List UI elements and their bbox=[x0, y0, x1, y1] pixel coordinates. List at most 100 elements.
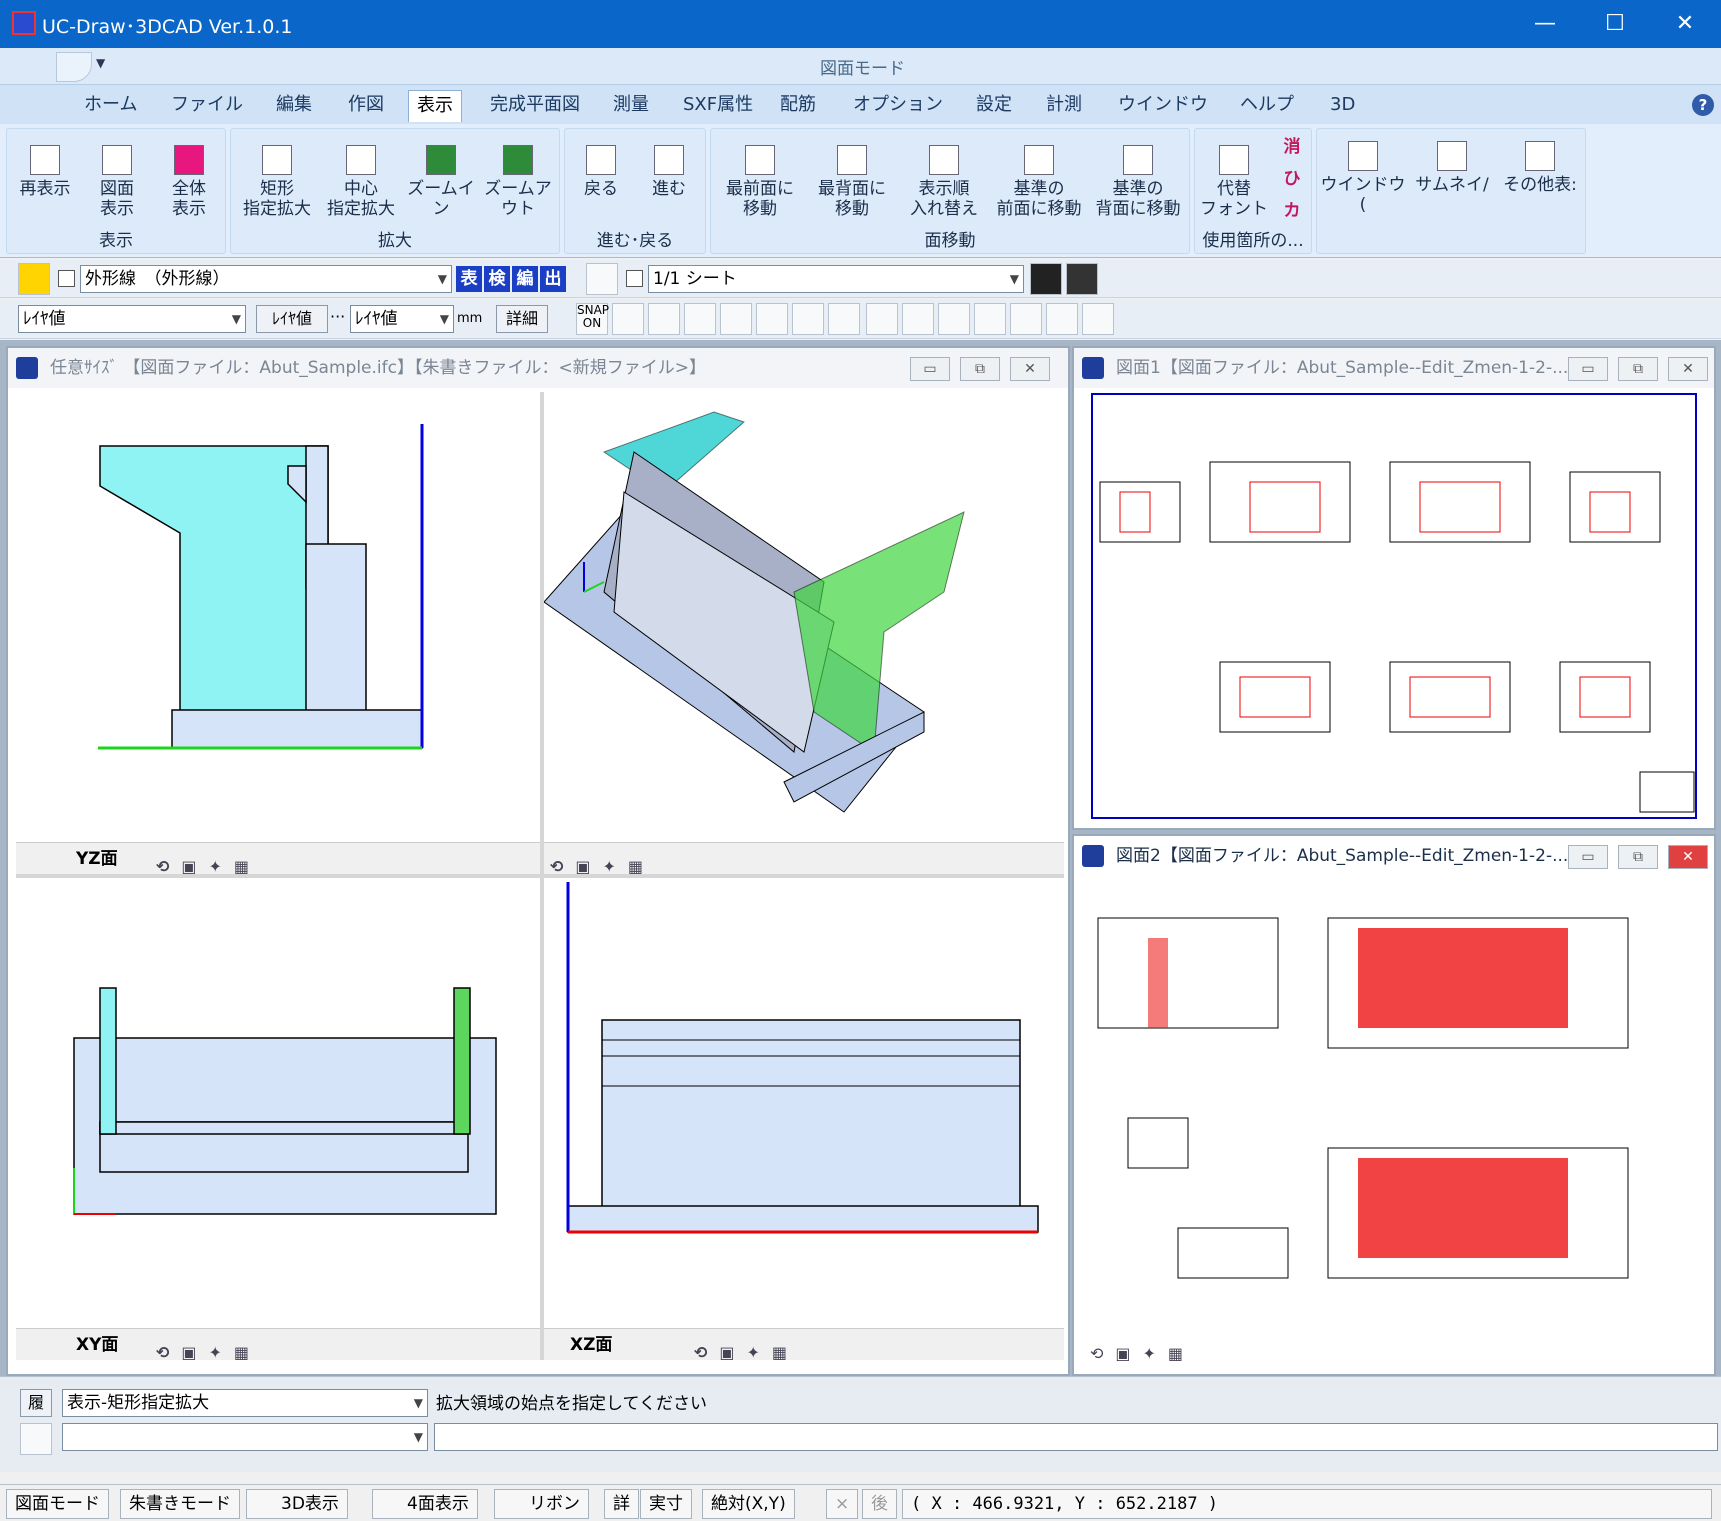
back-of-ref-button[interactable]: 基準の 背面に移動 bbox=[1089, 145, 1187, 219]
history-select[interactable]: 表示-矩形指定拡大 ▼ bbox=[62, 1389, 428, 1417]
tab-3d[interactable]: 3D bbox=[1322, 90, 1363, 122]
view-tools-xy-icon[interactable]: ⟲▣✦▦ bbox=[156, 1337, 261, 1369]
d2-close-button[interactable]: ✕ bbox=[1668, 845, 1708, 869]
snap-intersection-icon[interactable] bbox=[684, 303, 716, 335]
zoom-picker-icon[interactable] bbox=[20, 1423, 52, 1455]
d2-restore-button[interactable]: ⧉ bbox=[1618, 845, 1658, 869]
measure-icon[interactable] bbox=[866, 303, 898, 335]
qat-dropdown-icon[interactable]: ▼ bbox=[96, 56, 105, 70]
other-display-button[interactable]: その他表: bbox=[1497, 141, 1583, 195]
viewport-divider-h[interactable] bbox=[16, 874, 1064, 878]
viewport-xz[interactable] bbox=[544, 878, 1064, 1328]
layer-table-button[interactable]: 表 bbox=[456, 266, 482, 292]
d2-minimize-button[interactable]: ▭ bbox=[1568, 845, 1608, 869]
layer-output-button[interactable]: 出 bbox=[540, 266, 566, 292]
drawing1-sheet[interactable] bbox=[1090, 392, 1700, 822]
tab-survey[interactable]: 測量 bbox=[605, 90, 657, 122]
sheet-camera-icon[interactable] bbox=[1066, 263, 1098, 295]
tab-edit[interactable]: 編集 bbox=[268, 90, 320, 122]
tab-home[interactable]: ホーム bbox=[76, 90, 145, 122]
center-zoom-button[interactable]: 中心 指定拡大 bbox=[321, 145, 401, 219]
pointer-icon[interactable] bbox=[792, 303, 824, 335]
font-side-2[interactable]: ひ bbox=[1279, 169, 1305, 189]
redline-mode-button[interactable]: 朱書きモード bbox=[120, 1489, 240, 1519]
tab-file[interactable]: ファイル bbox=[163, 90, 251, 122]
font-side-1[interactable]: 消 bbox=[1279, 137, 1305, 157]
layer-edit-button[interactable]: 編 bbox=[512, 266, 538, 292]
snap-midpoint-icon[interactable] bbox=[648, 303, 680, 335]
sheet-checkbox[interactable] bbox=[626, 270, 643, 287]
bring-front-button[interactable]: 最前面に 移動 bbox=[715, 145, 805, 219]
3d-view-button[interactable]: 3D表示 bbox=[246, 1489, 348, 1519]
hatch-icon[interactable] bbox=[902, 303, 934, 335]
actual-size-button[interactable]: 実寸 bbox=[640, 1489, 692, 1519]
snap-toggle[interactable]: SNAP ON bbox=[576, 303, 609, 335]
drawing2-sheet[interactable] bbox=[1088, 878, 1708, 1328]
zoom-in-button[interactable]: ズームイ ン bbox=[405, 145, 477, 219]
tab-plan[interactable]: 完成平面図 bbox=[482, 90, 588, 122]
command-input[interactable] bbox=[434, 1423, 1718, 1451]
swap-order-button[interactable]: 表示順 入れ替え bbox=[899, 145, 989, 219]
main-restore-button[interactable]: ⧉ bbox=[960, 357, 1000, 381]
back-status-button[interactable]: 後 bbox=[862, 1489, 897, 1519]
sheet-select[interactable]: 1/1 シート ▼ bbox=[648, 265, 1024, 293]
layer-search-button[interactable]: 検 bbox=[484, 266, 510, 292]
d1-close-button[interactable]: ✕ bbox=[1668, 357, 1708, 381]
tab-measure[interactable]: 計測 bbox=[1038, 90, 1090, 122]
tab-rebar[interactable]: 配筋 bbox=[772, 90, 824, 122]
layer-color-icon[interactable] bbox=[938, 303, 970, 335]
d1-restore-button[interactable]: ⧉ bbox=[1618, 357, 1658, 381]
tab-sxf[interactable]: SXF属性 bbox=[675, 90, 761, 122]
close-button[interactable]: ✕ bbox=[1650, 0, 1720, 48]
command-input-select[interactable]: ▼ bbox=[62, 1423, 428, 1451]
tab-view[interactable]: 表示 bbox=[408, 90, 462, 122]
d1-minimize-button[interactable]: ▭ bbox=[1568, 357, 1608, 381]
layer-stack-icon[interactable] bbox=[828, 303, 860, 335]
drawing-mode-button[interactable]: 図面モード bbox=[6, 1489, 109, 1519]
pan-icon[interactable] bbox=[1010, 303, 1042, 335]
back-button[interactable]: 戻る bbox=[571, 145, 631, 199]
color-more-button[interactable]: ··· bbox=[330, 307, 345, 326]
tab-window[interactable]: ウインドウ bbox=[1110, 90, 1216, 122]
app-menu-button[interactable] bbox=[56, 52, 92, 82]
main-close-button[interactable]: ✕ bbox=[1010, 357, 1050, 381]
main-minimize-button[interactable]: ▭ bbox=[910, 357, 950, 381]
layer-select[interactable]: 外形線 （外形線） ▼ bbox=[80, 265, 452, 293]
layer-checkbox[interactable] bbox=[58, 270, 75, 287]
line-width-select[interactable]: ﾚｲﾔ値 ▼ bbox=[350, 305, 454, 333]
thumbnail-button[interactable]: サムネイ/ bbox=[1409, 141, 1495, 195]
d2-view-tools-icon[interactable]: ⟲▣✦▦ bbox=[1090, 1344, 1195, 1363]
send-back-button[interactable]: 最背面に 移動 bbox=[807, 145, 897, 219]
alt-font-button[interactable]: 代替 フォント bbox=[1199, 145, 1269, 219]
drawing-display-button[interactable]: 図面 表示 bbox=[87, 145, 147, 219]
vertical-line-icon[interactable] bbox=[974, 303, 1006, 335]
absolute-coord-button[interactable]: 絶対(X,Y) bbox=[702, 1489, 795, 1519]
redraw-button[interactable]: 再表示 bbox=[15, 145, 75, 199]
rect-zoom-button[interactable]: 矩形 指定拡大 bbox=[237, 145, 317, 219]
tab-option[interactable]: オプション bbox=[845, 90, 951, 122]
snap-perpendicular-icon[interactable] bbox=[720, 303, 752, 335]
snap-endpoint-icon[interactable] bbox=[612, 303, 644, 335]
sheet-icon[interactable] bbox=[586, 263, 618, 295]
viewport-yz[interactable] bbox=[16, 392, 540, 842]
color-button[interactable]: ﾚｲﾔ値 bbox=[256, 305, 328, 333]
graph-icon[interactable] bbox=[1082, 303, 1114, 335]
minimize-button[interactable]: — bbox=[1510, 0, 1580, 48]
maximize-button[interactable]: ☐ bbox=[1580, 0, 1650, 48]
sheet-frame-icon[interactable] bbox=[1030, 263, 1062, 295]
detail-status-button[interactable]: 詳 bbox=[604, 1489, 639, 1519]
zoom-out-button[interactable]: ズームア ウト bbox=[481, 145, 555, 219]
forward-button[interactable]: 進む bbox=[639, 145, 699, 199]
tab-draw[interactable]: 作図 bbox=[340, 90, 392, 122]
viewport-3d[interactable] bbox=[543, 392, 1064, 842]
four-view-button[interactable]: 4面表示 bbox=[372, 1489, 478, 1519]
view-tools-xz-icon[interactable]: ⟲▣✦▦ bbox=[694, 1337, 799, 1369]
layer-icon[interactable] bbox=[18, 263, 50, 295]
history-button[interactable]: 履 bbox=[20, 1389, 52, 1417]
viewport-xy[interactable] bbox=[16, 878, 540, 1328]
table-icon[interactable] bbox=[1046, 303, 1078, 335]
detail-button[interactable]: 詳細 bbox=[496, 305, 548, 333]
window-button[interactable]: ウインドウ( bbox=[1319, 141, 1407, 215]
snap-line-icon[interactable] bbox=[756, 303, 788, 335]
help-icon[interactable]: ? bbox=[1692, 94, 1714, 116]
